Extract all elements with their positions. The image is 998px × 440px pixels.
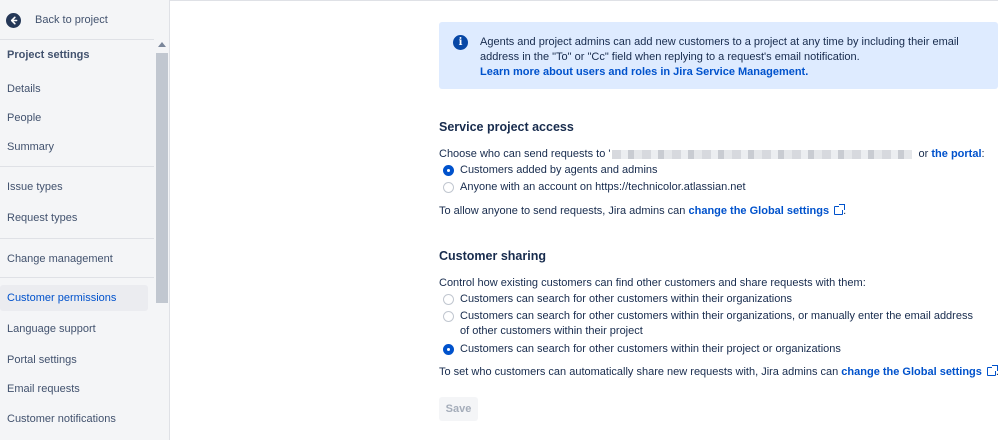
service-access-note: To allow anyone to send requests, Jira a… (439, 204, 846, 217)
save-button[interactable]: Save (439, 397, 478, 421)
customer-sharing-note: To set who customers can automatically s… (439, 365, 998, 378)
divider (0, 238, 154, 239)
service-access-heading: Service project access (439, 120, 574, 134)
intro-text-or: or (915, 148, 932, 160)
sidebar-nav: Back to project Project settings Details… (0, 0, 154, 440)
back-label: Back to project (35, 14, 108, 26)
info-message: Agents and project admins can add new cu… (480, 36, 959, 63)
redacted-project-name (612, 149, 913, 159)
radio-unchecked[interactable] (443, 294, 454, 305)
divider (0, 39, 154, 40)
customer-sharing-intro: Control how existing customers can find … (439, 277, 866, 289)
radio-checked[interactable] (443, 344, 454, 355)
info-banner: i Agents and project admins can add new … (439, 22, 998, 89)
radio-unchecked[interactable] (443, 311, 454, 322)
option-label: Customers added by agents and admins (460, 164, 658, 176)
option-label: Customers can search for other customers… (460, 343, 841, 355)
info-text: Agents and project admins can add new cu… (480, 35, 998, 80)
intro-text: Choose who can send requests to ' (439, 148, 611, 160)
sidebar-item-customer-permissions[interactable]: Customer permissions (0, 285, 148, 311)
option-label: Customers can search for other customers… (460, 310, 973, 337)
sharing-option-organizations-or-email[interactable]: Customers can search for other customers… (443, 309, 983, 339)
intro-colon: : (981, 148, 985, 160)
global-settings-link[interactable]: change the Global settings (841, 366, 982, 378)
access-option-agents-admins[interactable]: Customers added by agents and admins (443, 163, 658, 178)
access-option-anyone[interactable]: Anyone with an account on https://techni… (443, 180, 746, 195)
external-link-icon (986, 365, 998, 376)
sidebar: Back to project Project settings Details… (0, 0, 170, 440)
note-text: To set who customers can automatically s… (439, 366, 842, 378)
service-access-intro: Choose who can send requests to ' or the… (439, 148, 985, 160)
arrow-left-icon (6, 12, 21, 28)
sidebar-item-change-management[interactable]: Change management (0, 246, 148, 272)
sidebar-item-request-types[interactable]: Request types (0, 205, 148, 231)
back-to-project-link[interactable]: Back to project (6, 10, 108, 30)
top-divider (170, 0, 998, 1)
portal-link[interactable]: the portal (931, 148, 981, 160)
sidebar-item-summary[interactable]: Summary (0, 134, 148, 160)
divider (0, 166, 154, 167)
option-label: Customers can search for other customers… (460, 293, 792, 305)
sharing-option-organizations[interactable]: Customers can search for other customers… (443, 292, 792, 307)
radio-unchecked[interactable] (443, 182, 454, 193)
scroll-up-arrow-icon[interactable] (158, 42, 166, 47)
option-label: Anyone with an account on https://techni… (460, 181, 746, 193)
sidebar-item-issue-types[interactable]: Issue types (0, 174, 148, 200)
learn-more-link[interactable]: Learn more about users and roles in Jira… (480, 66, 808, 78)
scrollbar-thumb[interactable] (156, 53, 168, 303)
sidebar-item-language-support[interactable]: Language support (0, 316, 148, 342)
sidebar-item-customer-notifications[interactable]: Customer notifications (0, 406, 148, 432)
sidebar-scrollbar[interactable] (155, 40, 169, 440)
section-title: Project settings (7, 49, 90, 61)
global-settings-link[interactable]: change the Global settings (688, 205, 829, 217)
sidebar-item-people[interactable]: People (0, 105, 148, 131)
radio-checked[interactable] (443, 165, 454, 176)
external-link-icon (834, 204, 846, 215)
sidebar-item-details[interactable]: Details (0, 76, 148, 102)
info-icon: i (453, 35, 468, 50)
note-text: To allow anyone to send requests, Jira a… (439, 205, 689, 217)
sharing-option-project-or-organizations[interactable]: Customers can search for other customers… (443, 342, 841, 357)
customer-sharing-heading: Customer sharing (439, 249, 546, 263)
sidebar-item-email-requests[interactable]: Email requests (0, 376, 148, 402)
divider (0, 277, 154, 278)
sidebar-item-portal-settings[interactable]: Portal settings (0, 347, 148, 373)
